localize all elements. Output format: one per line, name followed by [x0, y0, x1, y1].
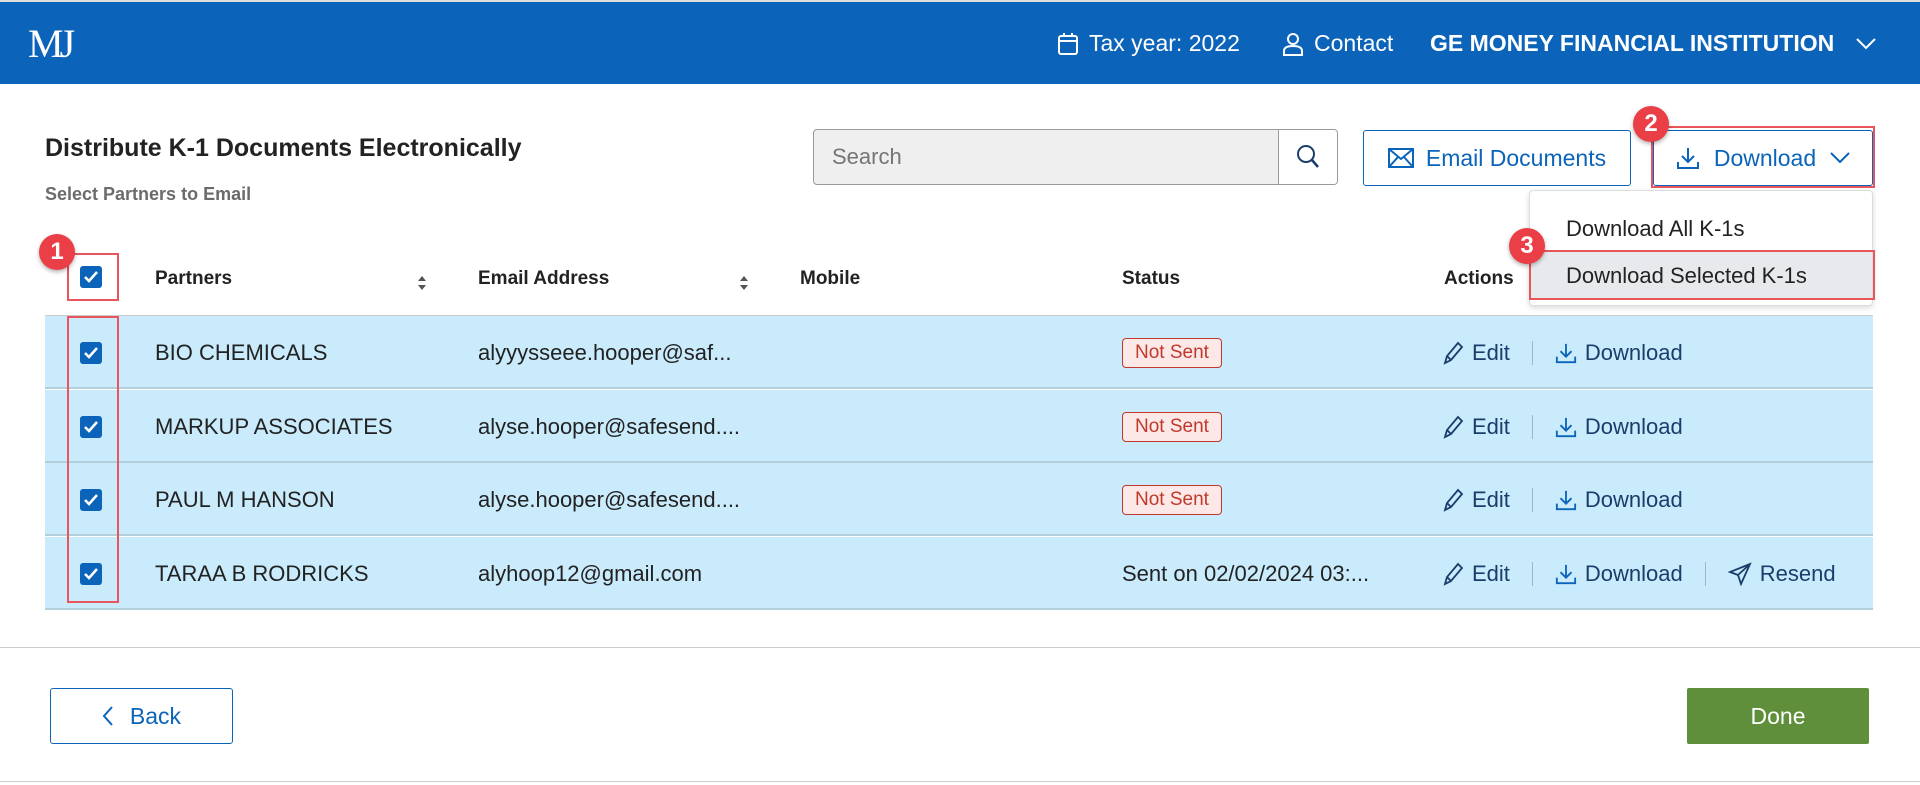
row-download-button[interactable]: Download — [1555, 487, 1683, 513]
download-label: Download — [1584, 486, 1683, 512]
annotation-box-row-checkboxes — [67, 316, 119, 603]
annotation-marker-3: 3 — [1509, 228, 1545, 264]
tax-year-selector[interactable]: Tax year: 2022 — [1057, 30, 1240, 57]
envelope-icon — [1387, 148, 1414, 168]
edit-label: Edit — [1472, 560, 1510, 586]
email-address: alyhoop12@gmail.com — [478, 560, 703, 586]
column-header-mobile: Mobile — [800, 268, 861, 289]
annotation-box-download — [1651, 126, 1875, 188]
footer-divider — [0, 647, 1920, 648]
logo-text: MJ — [28, 21, 75, 66]
sort-icon[interactable] — [739, 275, 749, 291]
email-documents-button[interactable]: Email Documents — [1363, 130, 1631, 186]
company-logo[interactable]: MJ — [28, 20, 98, 66]
send-icon — [1727, 561, 1752, 586]
page-title: Distribute K-1 Documents Electronically — [45, 134, 522, 162]
email-address: alyyysseee.hooper@saf... — [478, 339, 732, 365]
email-documents-label: Email Documents — [1425, 144, 1607, 171]
separator — [1531, 487, 1533, 512]
download-icon — [1555, 343, 1577, 363]
table-row[interactable]: PAUL M HANSON alyse.hooper@safesend.... … — [45, 463, 1873, 536]
edit-label: Edit — [1472, 339, 1510, 365]
user-icon — [1283, 32, 1303, 56]
row-download-button[interactable]: Download — [1555, 340, 1683, 366]
row-download-button[interactable]: Download — [1555, 414, 1683, 440]
separator — [1531, 561, 1533, 586]
search-icon — [1297, 145, 1319, 168]
download-label: Download — [1584, 413, 1683, 439]
chevron-down-icon — [1856, 37, 1876, 49]
download-icon — [1555, 417, 1577, 437]
download-label: Download — [1584, 339, 1683, 365]
row-actions: Edit Download — [1442, 316, 1683, 389]
search-box — [813, 129, 1338, 185]
email-address: alyse.hooper@safesend.... — [478, 486, 741, 512]
partner-name: PAUL M HANSON — [155, 486, 335, 512]
annotation-marker-2: 2 — [1633, 106, 1669, 142]
pencil-icon — [1443, 341, 1464, 365]
separator — [1531, 414, 1533, 439]
annotation-box-download-selected — [1529, 250, 1875, 300]
status-badge: Not Sent — [1122, 484, 1222, 515]
column-header-actions: Actions — [1444, 268, 1514, 289]
search-input[interactable] — [814, 130, 1278, 184]
partner-name: MARKUP ASSOCIATES — [155, 413, 393, 439]
row-actions: Edit Download — [1442, 390, 1683, 463]
back-button[interactable]: Back — [50, 688, 233, 744]
column-header-email[interactable]: Email Address — [478, 268, 609, 290]
search-button[interactable] — [1278, 130, 1337, 184]
edit-label: Edit — [1472, 413, 1510, 439]
sort-icon[interactable] — [417, 275, 427, 291]
page-subtitle: Select Partners to Email — [45, 184, 252, 204]
resend-button[interactable]: Resend — [1727, 560, 1836, 587]
email-address: alyse.hooper@safesend.... — [478, 413, 741, 439]
partner-name: BIO CHEMICALS — [155, 339, 328, 365]
edit-button[interactable]: Edit — [1442, 487, 1510, 513]
resend-label: Resend — [1759, 560, 1836, 586]
edit-button[interactable]: Edit — [1442, 340, 1510, 366]
annotation-marker-1: 1 — [39, 234, 75, 270]
pencil-icon — [1443, 415, 1464, 439]
done-button[interactable]: Done — [1687, 688, 1869, 744]
separator — [1704, 561, 1706, 586]
status-badge: Not Sent — [1122, 411, 1222, 442]
top-bar: MJ Tax year: 2022 Contact GE MONEY FINAN… — [0, 0, 1920, 84]
pencil-icon — [1443, 488, 1464, 512]
chevron-left-icon — [102, 706, 113, 726]
institution-name: GE MONEY FINANCIAL INSTITUTION — [1430, 30, 1835, 56]
separator — [1531, 340, 1533, 365]
column-header-partners[interactable]: Partners — [155, 268, 232, 290]
table-row[interactable]: TARAA B RODRICKS alyhoop12@gmail.com Sen… — [45, 537, 1873, 610]
contact-label: Contact — [1314, 30, 1394, 56]
download-icon — [1555, 564, 1577, 584]
row-actions: Edit Download — [1442, 463, 1683, 536]
menu-item-download-all[interactable]: Download All K-1s — [1530, 209, 1872, 249]
bottom-divider — [0, 781, 1920, 782]
calendar-icon — [1058, 32, 1078, 55]
annotation-box-select-all — [67, 253, 119, 301]
row-download-button[interactable]: Download — [1555, 561, 1683, 587]
download-icon — [1555, 490, 1577, 510]
status-cell: Not Sent — [1122, 463, 1222, 536]
column-header-status: Status — [1122, 268, 1181, 289]
status-badge: Sent on 02/02/2024 03:... — [1122, 560, 1370, 586]
edit-button[interactable]: Edit — [1442, 561, 1510, 587]
pencil-icon — [1443, 562, 1464, 586]
contact-link[interactable]: Contact — [1282, 30, 1393, 57]
row-actions: Edit Download Resend — [1442, 537, 1836, 610]
status-badge: Not Sent — [1122, 337, 1222, 368]
edit-button[interactable]: Edit — [1442, 414, 1510, 440]
status-cell: Not Sent — [1122, 390, 1222, 463]
status-cell: Sent on 02/02/2024 03:... — [1122, 537, 1369, 610]
institution-menu[interactable]: GE MONEY FINANCIAL INSTITUTION — [1430, 30, 1876, 57]
table-row[interactable]: BIO CHEMICALS alyyysseee.hooper@saf... N… — [45, 316, 1873, 389]
edit-label: Edit — [1472, 486, 1510, 512]
status-cell: Not Sent — [1122, 316, 1222, 389]
partner-name: TARAA B RODRICKS — [155, 560, 369, 586]
back-label: Back — [129, 702, 182, 729]
tax-year-label: Tax year: 2022 — [1089, 30, 1240, 56]
download-label: Download — [1584, 560, 1683, 586]
table-row[interactable]: MARKUP ASSOCIATES alyse.hooper@safesend.… — [45, 390, 1873, 463]
